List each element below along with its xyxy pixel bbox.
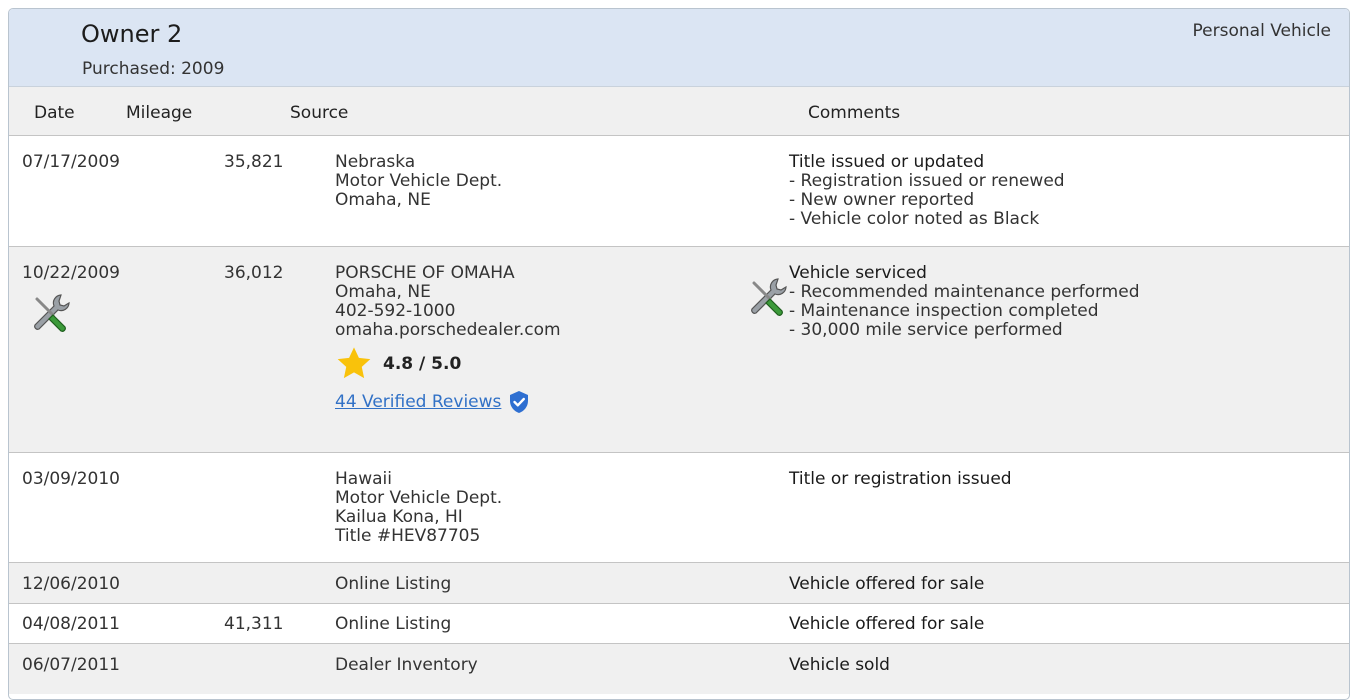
dealer-rating: 4.8 / 5.0 xyxy=(335,345,461,383)
owner-header: Owner 2 Purchased: 2009 Personal Vehicle xyxy=(9,9,1349,87)
table-row: 06/07/2011 Dealer Inventory Vehicle sold xyxy=(9,644,1349,694)
table-row: 07/17/2009 35,821 Nebraska Motor Vehicle… xyxy=(9,136,1349,247)
row-comments: Vehicle offered for sale xyxy=(789,575,984,594)
table-row: 12/06/2010 Online Listing Vehicle offere… xyxy=(9,563,1349,604)
comment-title: Title issued or updated xyxy=(789,152,985,172)
comment-title: Vehicle offered for sale xyxy=(789,574,985,594)
purchased-year: Purchased: 2009 xyxy=(82,59,225,79)
row-comments: Vehicle serviced - Recommended maintenan… xyxy=(789,264,1140,340)
source-line: Motor Vehicle Dept. xyxy=(335,488,503,508)
table-row: 04/08/2011 41,311 Online Listing Vehicle… xyxy=(9,604,1349,644)
comment-item: - 30,000 mile service performed xyxy=(789,320,1063,340)
source-line: Online Listing xyxy=(335,614,452,634)
row-comments: Title issued or updated - Registration i… xyxy=(789,153,1065,229)
comment-title: Title or registration issued xyxy=(789,469,1012,489)
row-source: Hawaii Motor Vehicle Dept. Kailua Kona, … xyxy=(335,470,502,546)
owner-history-card: Owner 2 Purchased: 2009 Personal Vehicle… xyxy=(8,8,1350,700)
star-icon xyxy=(337,347,371,379)
vehicle-type-label: Personal Vehicle xyxy=(1192,21,1331,41)
comment-item: - Maintenance inspection completed xyxy=(789,301,1099,321)
comment-item: - New owner reported xyxy=(789,190,975,210)
source-line: Motor Vehicle Dept. xyxy=(335,171,503,191)
table-row: 03/09/2010 Hawaii Motor Vehicle Dept. Ka… xyxy=(9,453,1349,563)
verified-shield-icon xyxy=(510,391,529,413)
source-line: Nebraska xyxy=(335,152,416,172)
row-date: 10/22/2009 xyxy=(22,263,120,283)
row-source: Nebraska Motor Vehicle Dept. Omaha, NE xyxy=(335,153,502,210)
source-line: Online Listing xyxy=(335,574,452,594)
comment-item: - Recommended maintenance performed xyxy=(789,282,1140,302)
column-header-source: Source xyxy=(290,103,349,123)
row-comments: Title or registration issued xyxy=(789,470,1012,489)
comment-item: - Vehicle color noted as Black xyxy=(789,209,1040,229)
row-mileage: 36,012 xyxy=(224,263,284,283)
row-date: 12/06/2010 xyxy=(22,574,120,594)
source-line: Kailua Kona, HI xyxy=(335,507,463,527)
verified-reviews-link[interactable]: 44 Verified Reviews xyxy=(335,392,501,412)
source-line: Hawaii xyxy=(335,469,392,489)
source-line: Dealer Inventory xyxy=(335,655,478,675)
source-line: Omaha, NE xyxy=(335,282,431,302)
verified-reviews: 44 Verified Reviews xyxy=(335,390,531,414)
row-mileage: 35,821 xyxy=(224,152,284,172)
rating-value: 4.8 / 5.0 xyxy=(383,353,462,374)
row-comments: Vehicle offered for sale xyxy=(789,615,984,634)
row-date: 06/07/2011 xyxy=(22,655,120,675)
wrench-screwdriver-icon xyxy=(751,278,787,316)
dealer-name: PORSCHE OF OMAHA xyxy=(335,263,515,283)
row-date: 03/09/2010 xyxy=(22,469,120,489)
row-mileage: 41,311 xyxy=(224,614,284,634)
row-source: Online Listing xyxy=(335,615,451,634)
comment-title: Vehicle sold xyxy=(789,655,890,675)
comment-item: - Registration issued or renewed xyxy=(789,171,1065,191)
wrench-screwdriver-icon xyxy=(34,294,70,332)
column-header-date: Date xyxy=(34,103,75,123)
row-comments: Vehicle sold xyxy=(789,656,890,675)
comment-title: Vehicle serviced xyxy=(789,263,927,283)
row-source: Dealer Inventory xyxy=(335,656,478,675)
column-header-row: Date Mileage Source Comments xyxy=(9,87,1349,136)
source-line: Omaha, NE xyxy=(335,190,431,210)
dealer-phone: 402-592-1000 xyxy=(335,301,456,321)
owner-title: Owner 2 xyxy=(81,20,183,48)
column-header-comments: Comments xyxy=(808,103,901,123)
dealer-website: omaha.porschedealer.com xyxy=(335,320,561,340)
source-line: Title #HEV87705 xyxy=(335,526,481,546)
row-date: 04/08/2011 xyxy=(22,614,120,634)
row-source: Online Listing xyxy=(335,575,451,594)
row-date: 07/17/2009 xyxy=(22,152,120,172)
row-source: PORSCHE OF OMAHA Omaha, NE 402-592-1000 … xyxy=(335,264,561,340)
comment-title: Vehicle offered for sale xyxy=(789,614,985,634)
table-row: 10/22/2009 36,012 PORSCHE OF OMAHA Omaha… xyxy=(9,247,1349,453)
column-header-mileage: Mileage xyxy=(126,103,193,123)
